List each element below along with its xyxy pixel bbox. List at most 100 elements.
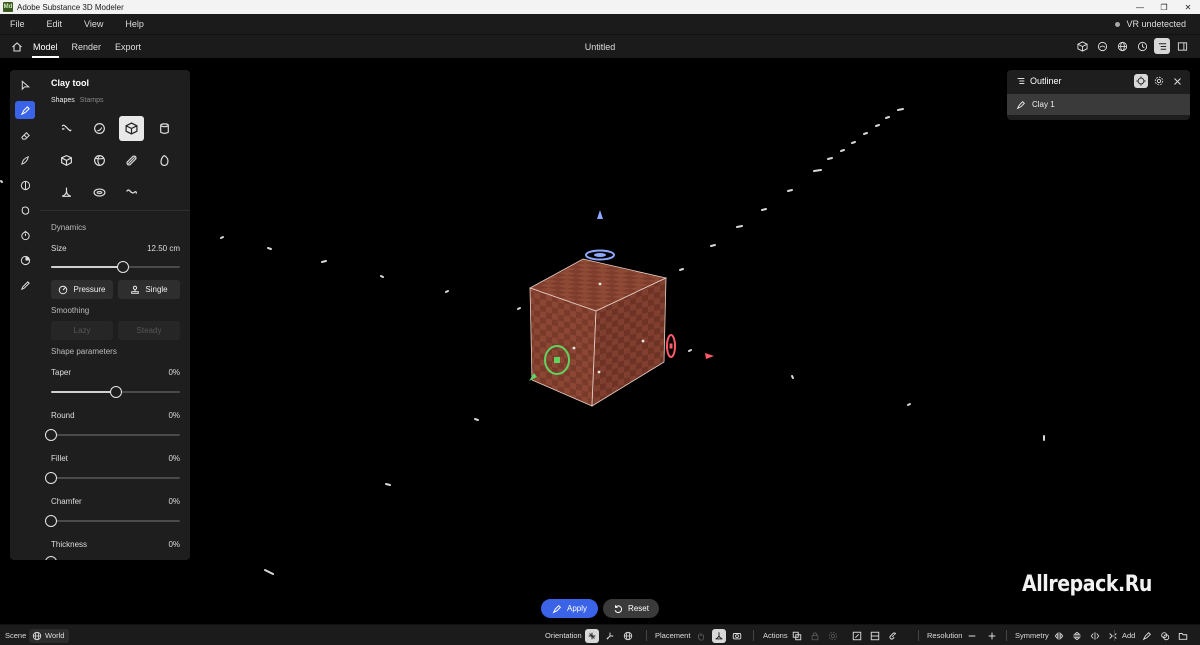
round-slider-knob[interactable] <box>45 429 57 441</box>
cone-shape-button[interactable] <box>54 180 79 205</box>
steady-button[interactable]: Steady <box>118 321 180 340</box>
eraser-tool-button[interactable] <box>15 126 35 144</box>
reset-button[interactable]: Reset <box>603 599 659 618</box>
panel-layout-icon <box>1177 41 1187 51</box>
taper-slider[interactable] <box>51 386 180 398</box>
round-slider[interactable] <box>45 429 180 441</box>
minimize-icon[interactable]: — <box>1128 0 1152 14</box>
lazy-button[interactable]: Lazy <box>51 321 113 340</box>
polyhedron-shape-button[interactable] <box>54 148 79 173</box>
world-space-selector[interactable]: World <box>29 625 70 645</box>
sphere-shape-button[interactable] <box>87 116 112 141</box>
close-icon[interactable]: ✕ <box>1176 0 1200 14</box>
minus-icon <box>968 635 976 636</box>
apply-button[interactable]: Apply <box>541 599 598 618</box>
paint-tool-button[interactable] <box>15 276 35 294</box>
menu-edit[interactable]: Edit <box>41 19 69 29</box>
thickness-slider[interactable] <box>45 556 180 560</box>
panel-layout-button[interactable] <box>1174 38 1190 54</box>
resolution-increase-button[interactable] <box>985 629 999 643</box>
panel-subtabs: Shapes Stamps <box>51 97 103 104</box>
resolution-controls <box>965 625 999 645</box>
add-clay-button[interactable] <box>1140 629 1154 643</box>
orientation-parent-button[interactable] <box>603 629 617 643</box>
clay-cube-object[interactable] <box>529 258 668 407</box>
symmetry-x-button[interactable] <box>1052 629 1066 643</box>
clay-tool-button[interactable] <box>15 101 35 119</box>
object-view-button[interactable] <box>1074 38 1090 54</box>
symmetry-y-button[interactable] <box>1070 629 1084 643</box>
size-slider-knob[interactable] <box>117 261 130 273</box>
scene-label: Scene <box>5 631 27 640</box>
size-label: Size <box>51 244 67 253</box>
subtab-stamps[interactable]: Stamps <box>80 97 104 104</box>
stamp-single-icon <box>131 285 140 294</box>
symmetry-z-button[interactable] <box>1088 629 1102 643</box>
thickness-slider-knob[interactable] <box>45 556 57 560</box>
outliner-toggle-button[interactable] <box>1154 38 1170 54</box>
curve-shape-button[interactable] <box>119 180 144 205</box>
select-tool-button[interactable] <box>15 76 35 94</box>
stamp-tool-button[interactable] <box>15 251 35 269</box>
symmetry-tool-button[interactable] <box>15 176 35 194</box>
orientation-world-button[interactable] <box>621 629 635 643</box>
pressure-button-label: Pressure <box>73 285 106 294</box>
lazy-button-label: Lazy <box>73 326 91 335</box>
fillet-slider[interactable] <box>45 472 180 484</box>
pill-shape-button[interactable] <box>119 148 144 173</box>
tab-model[interactable]: Model <box>26 38 65 58</box>
subtab-shapes[interactable]: Shapes <box>51 97 75 104</box>
action-frame-button[interactable] <box>850 629 864 643</box>
menu-file[interactable]: File <box>4 19 31 29</box>
chamfer-slider-knob[interactable] <box>45 515 57 527</box>
history-button[interactable] <box>1134 38 1150 54</box>
cylinder-shape-icon <box>159 123 169 134</box>
chamfer-slider-track <box>51 520 180 522</box>
action-duplicate-button[interactable] <box>790 629 804 643</box>
placement-camera-button[interactable] <box>730 629 744 643</box>
size-slider[interactable] <box>51 261 180 273</box>
torus-shape-button[interactable] <box>87 180 112 205</box>
orientation-label: Orientation <box>545 631 582 640</box>
inflate-tool-button[interactable] <box>15 201 35 219</box>
smooth-tool-button[interactable] <box>15 151 35 169</box>
action-lock-button[interactable] <box>808 629 822 643</box>
resolution-decrease-button[interactable] <box>965 629 979 643</box>
pill-shape-icon <box>126 155 137 166</box>
taper-slider-knob[interactable] <box>109 386 122 398</box>
menu-help[interactable]: Help <box>119 19 150 29</box>
add-group-button[interactable] <box>1158 629 1172 643</box>
move-tool-button[interactable] <box>15 226 35 244</box>
action-flatten-button[interactable] <box>868 629 882 643</box>
clay-brush-icon <box>1142 631 1151 640</box>
outliner-target-button[interactable] <box>1134 74 1148 88</box>
maximize-icon[interactable]: ❐ <box>1152 0 1176 14</box>
orientation-local-button[interactable] <box>585 628 599 643</box>
pressure-button[interactable]: Pressure <box>51 280 113 299</box>
capsule-shape-button[interactable] <box>54 116 79 141</box>
ball-shape-button[interactable] <box>87 148 112 173</box>
fillet-slider-knob[interactable] <box>45 472 57 484</box>
environment-button[interactable] <box>1094 38 1110 54</box>
tab-render[interactable]: Render <box>65 38 109 56</box>
cylinder-shape-button[interactable] <box>152 116 177 141</box>
single-button[interactable]: Single <box>118 280 180 299</box>
world-space-pill[interactable]: World <box>29 628 70 643</box>
symmetry-radial-button[interactable] <box>1106 629 1120 643</box>
panel-divider <box>40 210 190 211</box>
outliner-item[interactable]: Clay 1 <box>1007 94 1190 115</box>
action-settings-button[interactable] <box>826 629 840 643</box>
globe-button[interactable] <box>1114 38 1130 54</box>
cube-shape-button[interactable] <box>119 116 144 141</box>
home-button[interactable] <box>8 38 26 56</box>
menu-view[interactable]: View <box>78 19 109 29</box>
placement-hand-button[interactable] <box>694 629 708 643</box>
action-link-button[interactable] <box>886 629 900 643</box>
egg-shape-button[interactable] <box>152 148 177 173</box>
outliner-settings-button[interactable] <box>1152 74 1166 88</box>
add-folder-button[interactable] <box>1176 629 1190 643</box>
outliner-close-button[interactable] <box>1170 74 1184 88</box>
placement-surface-button[interactable] <box>712 628 726 643</box>
chamfer-slider[interactable] <box>45 515 180 527</box>
tab-export[interactable]: Export <box>108 38 148 56</box>
